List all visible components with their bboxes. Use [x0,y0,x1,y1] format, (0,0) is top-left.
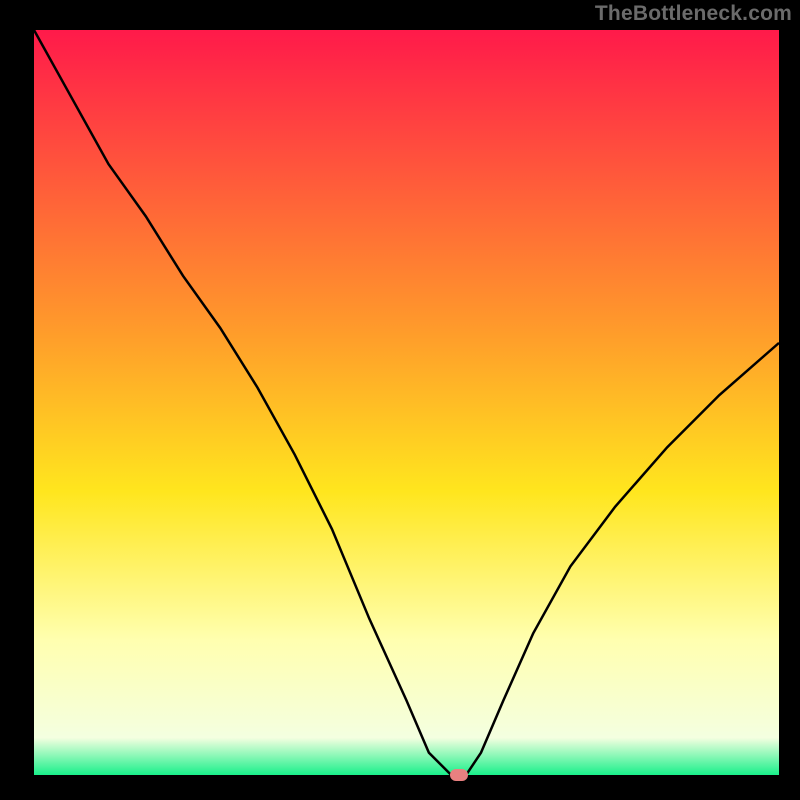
chart-plot-area [34,30,779,775]
bottleneck-chart [34,30,779,775]
watermark-text: TheBottleneck.com [595,2,792,26]
current-position-marker [450,769,468,781]
gradient-background [34,30,779,775]
